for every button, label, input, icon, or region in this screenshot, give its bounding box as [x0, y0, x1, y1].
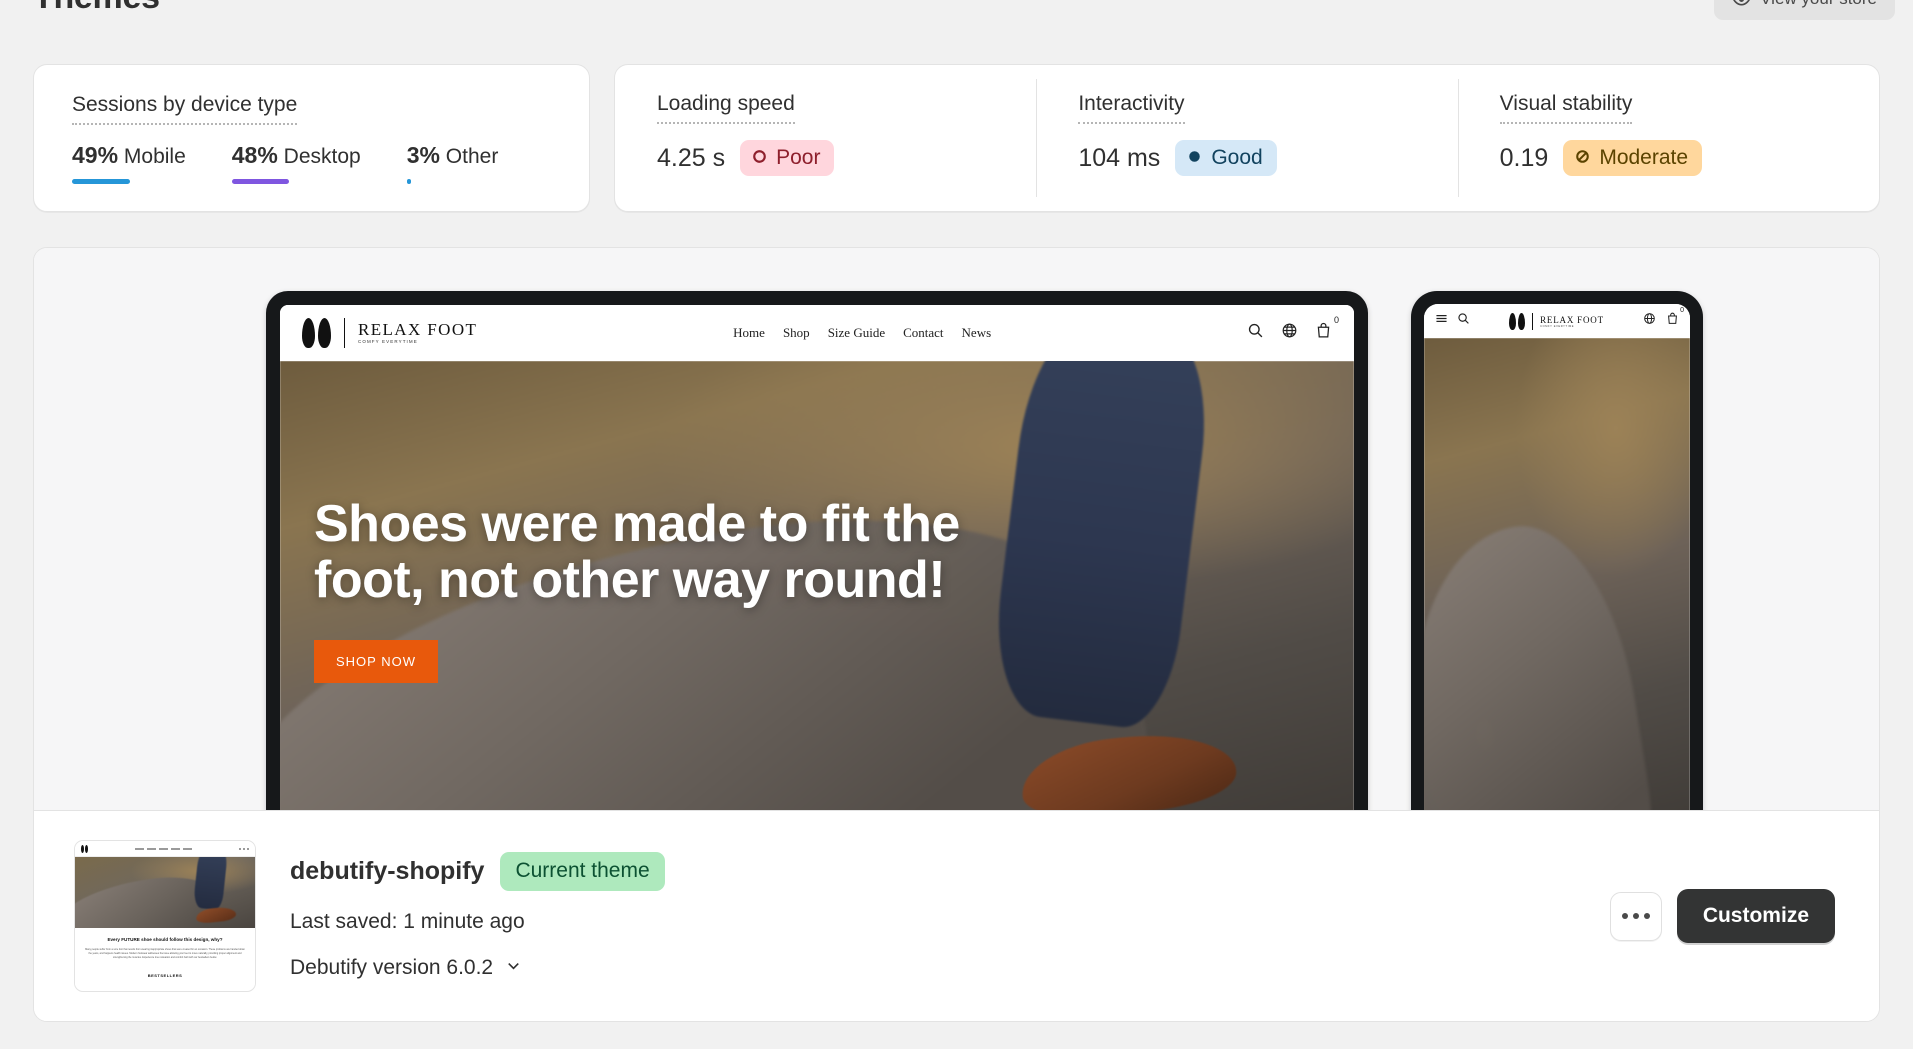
- brand-name: RELAX FOOT: [1540, 314, 1604, 325]
- device-percent: 49%: [72, 142, 119, 169]
- footprint-icon: [81, 844, 88, 853]
- store-nav: RELAX FOOT COMFY EVERYTIME Home Shop Siz…: [280, 305, 1354, 361]
- store-nav-link[interactable]: Size Guide: [828, 325, 885, 341]
- brand-tagline: COMFY EVERYTIME: [1540, 324, 1575, 328]
- vital-title: Interactivity: [1078, 92, 1185, 125]
- badge-label: Moderate: [1599, 146, 1689, 170]
- store-nav-link[interactable]: News: [962, 325, 992, 341]
- store-logo: RELAX FOOT COMFY EVERYTIME: [302, 318, 477, 348]
- mobile-store-nav: RELAX FOOT COMFY EVERYTIME 0: [1424, 304, 1690, 338]
- vital-value: 0.19: [1499, 143, 1549, 172]
- thumbnail-body: Every FUTURE shoe should follow this des…: [75, 928, 255, 987]
- view-your-store-label: View your store: [1760, 0, 1877, 9]
- brand-tagline: COMFY EVERYTIME: [358, 339, 418, 345]
- vital-title: Visual stability: [1499, 92, 1633, 125]
- thumbnail-nav: [75, 841, 255, 857]
- current-theme-badge: Current theme: [500, 852, 665, 891]
- tablet-preview[interactable]: RELAX FOOT COMFY EVERYTIME Home Shop Siz…: [266, 291, 1368, 810]
- circle-filled-icon: [1187, 145, 1202, 170]
- theme-name: debutify-shopify: [290, 857, 485, 885]
- thumbnail-nav-icons: [239, 847, 249, 850]
- thumbnail-hero: [75, 857, 255, 928]
- theme-thumbnail[interactable]: Every FUTURE shoe should follow this des…: [74, 840, 256, 992]
- store-nav-icons: 0: [1247, 315, 1339, 344]
- hero-heading: Shoes were made to fit the foot, not oth…: [314, 495, 960, 610]
- metrics-row: Sessions by device type 49% Mobile 48% D…: [33, 64, 1880, 212]
- theme-actions: Customize: [1609, 889, 1835, 943]
- search-icon[interactable]: [1247, 322, 1264, 344]
- more-actions-button[interactable]: [1609, 891, 1662, 941]
- device-label: Desktop: [283, 145, 361, 169]
- device-item-other: 3% Other: [406, 142, 499, 185]
- badge-label: Poor: [776, 146, 821, 170]
- store-nav-link[interactable]: Shop: [783, 325, 810, 341]
- device-item-mobile: 49% Mobile: [72, 142, 186, 185]
- theme-info-row: Every FUTURE shoe should follow this des…: [34, 810, 1879, 1021]
- cart-count: 0: [1333, 315, 1339, 325]
- device-breakdown-list: 49% Mobile 48% Desktop 3% Other: [72, 142, 589, 185]
- theme-preview-panel: RELAX FOOT COMFY EVERYTIME Home Shop Siz…: [33, 247, 1880, 1022]
- search-icon[interactable]: [1457, 312, 1470, 330]
- shop-now-button[interactable]: SHOP NOW: [314, 640, 438, 684]
- device-bar: [406, 179, 411, 185]
- chevron-down-icon: [504, 956, 523, 980]
- view-your-store-button[interactable]: View your store: [1714, 0, 1895, 20]
- device-bar: [231, 179, 289, 185]
- vital-title: Loading speed: [657, 92, 795, 125]
- themes-page: Themes View your store Sessions by devic…: [0, 0, 1913, 1049]
- vital-visual-stability: Visual stability 0.19 Moderate: [1457, 65, 1879, 211]
- thumbnail-footer-label: BESTSELLERS: [147, 972, 183, 978]
- theme-version-label: Debutify version 6.0.2: [290, 955, 494, 979]
- device-label: Mobile: [123, 145, 186, 169]
- globe-icon[interactable]: [1281, 322, 1298, 344]
- device-item-desktop: 48% Desktop: [231, 142, 361, 185]
- cart-icon[interactable]: 0: [1666, 307, 1684, 330]
- footprint-icon: [302, 318, 331, 348]
- device-percent: 3%: [406, 142, 440, 169]
- tablet-screen: RELAX FOOT COMFY EVERYTIME Home Shop Siz…: [280, 305, 1354, 810]
- theme-last-saved: Last saved: 1 minute ago: [290, 909, 525, 933]
- mobile-screen: RELAX FOOT COMFY EVERYTIME 0: [1424, 304, 1690, 810]
- device-percent: 48%: [231, 142, 278, 169]
- customize-button[interactable]: Customize: [1676, 889, 1835, 943]
- web-vitals-card: Loading speed 4.25 s Poor Interactivity …: [614, 64, 1880, 212]
- theme-version-dropdown[interactable]: Debutify version 6.0.2: [290, 956, 523, 980]
- store-nav-link[interactable]: Home: [733, 325, 765, 341]
- sessions-card-title: Sessions by device type: [72, 93, 298, 126]
- theme-meta: debutify-shopify Current theme Last save…: [290, 852, 665, 979]
- vital-interactivity: Interactivity 104 ms Good: [1036, 65, 1457, 211]
- mobile-hero: [1424, 338, 1690, 810]
- device-bar: [72, 179, 130, 185]
- cart-count: 0: [1680, 307, 1684, 314]
- store-nav-links: Home Shop Size Guide Contact News: [733, 325, 991, 341]
- circle-outline-icon: [752, 145, 767, 170]
- status-badge-moderate: Moderate: [1563, 140, 1703, 177]
- eye-icon: [1732, 0, 1751, 9]
- status-badge-good: Good: [1175, 140, 1277, 177]
- footprint-icon: [1509, 312, 1526, 330]
- mobile-store-logo: RELAX FOOT COMFY EVERYTIME: [1509, 312, 1604, 330]
- page-title: Themes: [33, 0, 160, 17]
- mobile-preview[interactable]: RELAX FOOT COMFY EVERYTIME 0: [1411, 291, 1703, 810]
- vital-value: 4.25 s: [657, 143, 726, 172]
- store-nav-link[interactable]: Contact: [903, 325, 943, 341]
- device-preview-stage: RELAX FOOT COMFY EVERYTIME Home Shop Siz…: [34, 248, 1879, 810]
- thumbnail-heading: Every FUTURE shoe should follow this des…: [107, 937, 223, 942]
- thumbnail-paragraph: Many people suffer from a sore foot that…: [85, 947, 245, 959]
- thumbnail-nav-links: [135, 847, 192, 850]
- globe-icon[interactable]: [1643, 312, 1656, 330]
- vital-value: 104 ms: [1078, 143, 1161, 172]
- vital-loading-speed: Loading speed 4.25 s Poor: [615, 65, 1036, 211]
- store-hero: Shoes were made to fit the foot, not oth…: [280, 361, 1354, 810]
- status-badge-poor: Poor: [740, 140, 835, 177]
- cart-icon[interactable]: 0: [1315, 315, 1339, 344]
- sessions-by-device-card: Sessions by device type 49% Mobile 48% D…: [33, 64, 590, 212]
- slashed-circle-icon: [1575, 145, 1590, 170]
- device-label: Other: [445, 145, 499, 169]
- hamburger-icon[interactable]: [1435, 312, 1448, 330]
- badge-label: Good: [1211, 146, 1263, 170]
- brand-name: RELAX FOOT: [358, 320, 478, 340]
